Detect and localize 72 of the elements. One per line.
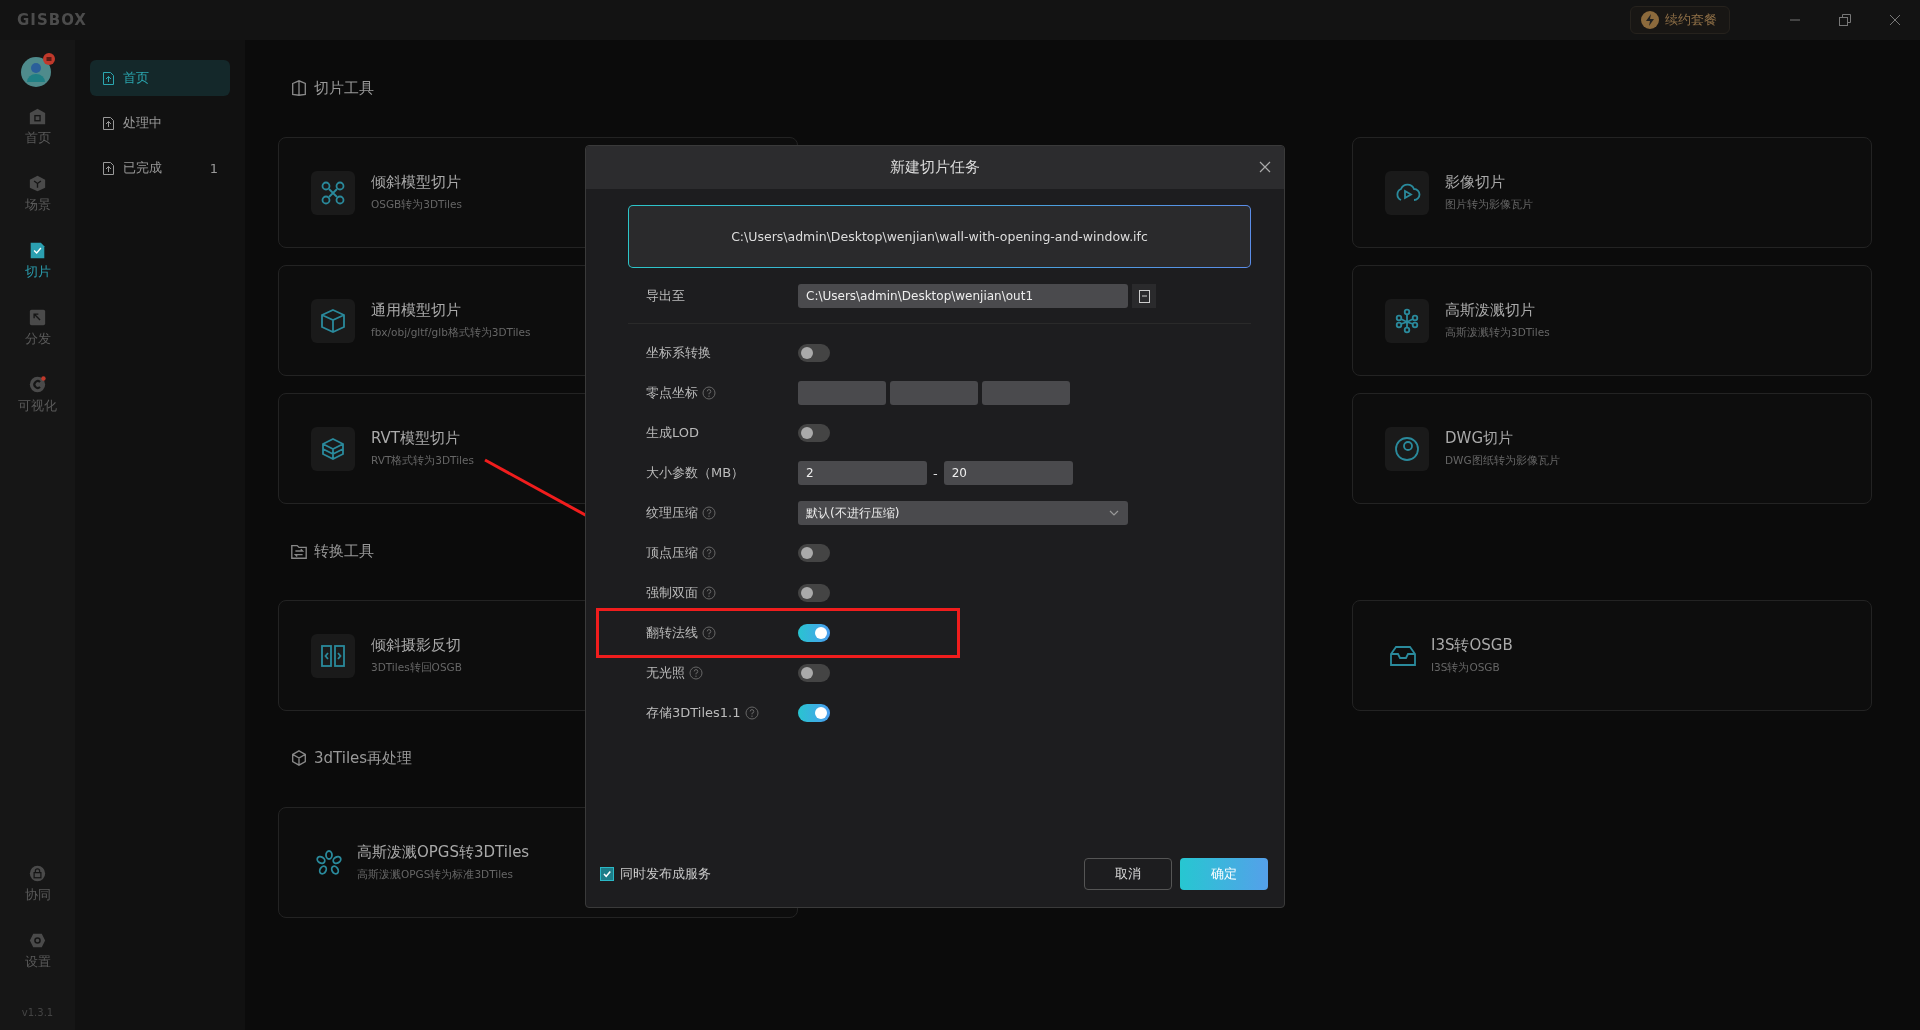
cube-icon — [290, 749, 308, 767]
help-icon[interactable] — [744, 706, 759, 720]
field-label: 无光照 — [646, 664, 685, 682]
help-icon[interactable] — [702, 626, 716, 640]
compression-dropdown[interactable]: 默认(不进行压缩) — [798, 501, 1128, 525]
cube-icon — [29, 175, 46, 192]
arrow-square-icon — [29, 309, 46, 326]
section-title: 3dTiles再处理 — [314, 748, 413, 768]
file-icon — [1137, 289, 1151, 303]
nav-item[interactable]: 已完成 1 — [90, 150, 230, 186]
renew-plan-button[interactable]: 续约套餐 — [1630, 6, 1730, 34]
field-label: 坐标系转换 — [646, 344, 711, 362]
tool-card[interactable]: I3S转OSGB I3S转为OSGB — [1352, 600, 1872, 711]
section-title: 切片工具 — [314, 78, 374, 98]
tool-card[interactable]: DWG切片 DWG图纸转为影像瓦片 — [1352, 393, 1872, 504]
section-title: 转换工具 — [314, 541, 374, 561]
toggle-switch[interactable] — [798, 704, 830, 722]
settings-icon — [29, 932, 46, 949]
dialog-title: 新建切片任务 — [890, 158, 980, 177]
cancel-button[interactable]: 取消 — [1084, 858, 1172, 890]
field-label: 大小参数（MB） — [646, 464, 745, 482]
tool-card[interactable]: 高斯泼溅切片 高斯泼溅转为3DTiles — [1352, 265, 1872, 376]
toggle-switch[interactable] — [798, 624, 830, 642]
toggle-switch[interactable] — [798, 544, 830, 562]
field-label: 生成LOD — [646, 424, 700, 442]
document-icon — [102, 71, 115, 85]
restore-icon — [1838, 13, 1852, 27]
field-label: 纹理压缩 — [646, 504, 698, 522]
flower-icon — [315, 848, 343, 877]
nav-item[interactable]: 处理中 — [90, 105, 230, 141]
house-icon — [29, 108, 46, 125]
toggle-switch[interactable] — [798, 664, 830, 682]
document-icon — [102, 116, 115, 130]
ring-icon — [1393, 434, 1421, 463]
document-icon — [102, 161, 115, 175]
rail-item[interactable]: 切片 — [0, 242, 75, 309]
toggle-switch[interactable] — [798, 584, 830, 602]
help-icon[interactable] — [702, 506, 716, 520]
checked-document-icon — [29, 242, 46, 259]
lightning-icon — [1641, 11, 1659, 29]
field-label: 强制双面 — [646, 584, 698, 602]
close-icon — [1888, 13, 1902, 27]
help-icon[interactable] — [702, 586, 716, 600]
browse-button[interactable] — [1132, 284, 1156, 308]
export-path-field[interactable]: C:\Users\admin\Desktop\wenjian\out1 — [798, 284, 1128, 308]
toggle-switch[interactable] — [798, 344, 830, 362]
coordinate-field[interactable] — [798, 381, 886, 405]
range-separator: - — [933, 465, 938, 481]
tool-card[interactable]: 影像切片 图片转为影像瓦片 — [1352, 137, 1872, 248]
lock-icon — [29, 865, 46, 882]
network-icon — [1393, 306, 1421, 335]
help-icon[interactable] — [702, 386, 716, 400]
publish-checkbox[interactable]: 同时发布成服务 — [600, 865, 711, 883]
field-label: 顶点压缩 — [646, 544, 698, 562]
box-icon — [319, 306, 347, 335]
coordinate-field[interactable] — [890, 381, 978, 405]
field-label: 翻转法线 — [646, 624, 698, 642]
app-logo: GISBOX — [17, 11, 87, 29]
book-icon — [290, 79, 308, 97]
field-label: 导出至 — [645, 287, 686, 305]
min-size-field[interactable]: 2 — [798, 461, 927, 485]
c-badge-icon — [29, 376, 46, 393]
coordinate-field[interactable] — [982, 381, 1070, 405]
help-icon[interactable] — [702, 546, 716, 560]
avatar[interactable] — [19, 52, 56, 88]
check-icon — [602, 869, 612, 879]
nav-item[interactable]: 首页 — [90, 60, 230, 96]
help-icon[interactable] — [689, 666, 703, 680]
toggle-switch[interactable] — [798, 424, 830, 442]
folder-swap-icon — [290, 542, 308, 560]
max-size-field[interactable]: 20 — [943, 461, 1073, 485]
file-path-box[interactable]: C:\Users\admin\Desktop\wenjian\wall-with-opening-and-window.ifc — [628, 205, 1251, 268]
